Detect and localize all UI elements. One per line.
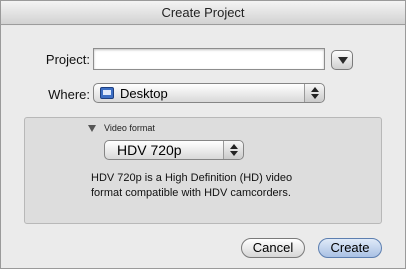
dialog-title: Create Project (1, 1, 405, 25)
create-button[interactable]: Create (318, 238, 382, 258)
expand-dialog-button[interactable] (331, 50, 353, 70)
popup-arrows-icon (223, 141, 243, 159)
description-line: HDV 720p is a High Definition (HD) video (91, 172, 293, 184)
popup-arrows-icon (304, 84, 324, 102)
video-format-label: Video format (104, 123, 155, 133)
description-line: format compatible with HDV camcorders. (91, 187, 291, 199)
disclosure-triangle-icon[interactable] (88, 125, 96, 132)
cancel-button[interactable]: Cancel (241, 238, 305, 258)
where-popup[interactable]: Desktop (93, 83, 325, 103)
video-format-value: HDV 720p (117, 142, 182, 158)
video-format-popup[interactable]: HDV 720p (104, 140, 244, 160)
where-label: Where: (48, 87, 90, 102)
desktop-folder-icon (100, 87, 114, 99)
video-format-description: HDV 720p is a High Definition (HD) video… (91, 171, 331, 201)
chevron-down-icon (338, 57, 348, 64)
where-value: Desktop (120, 86, 168, 101)
project-label: Project: (45, 52, 90, 67)
project-name-input[interactable] (93, 48, 325, 70)
